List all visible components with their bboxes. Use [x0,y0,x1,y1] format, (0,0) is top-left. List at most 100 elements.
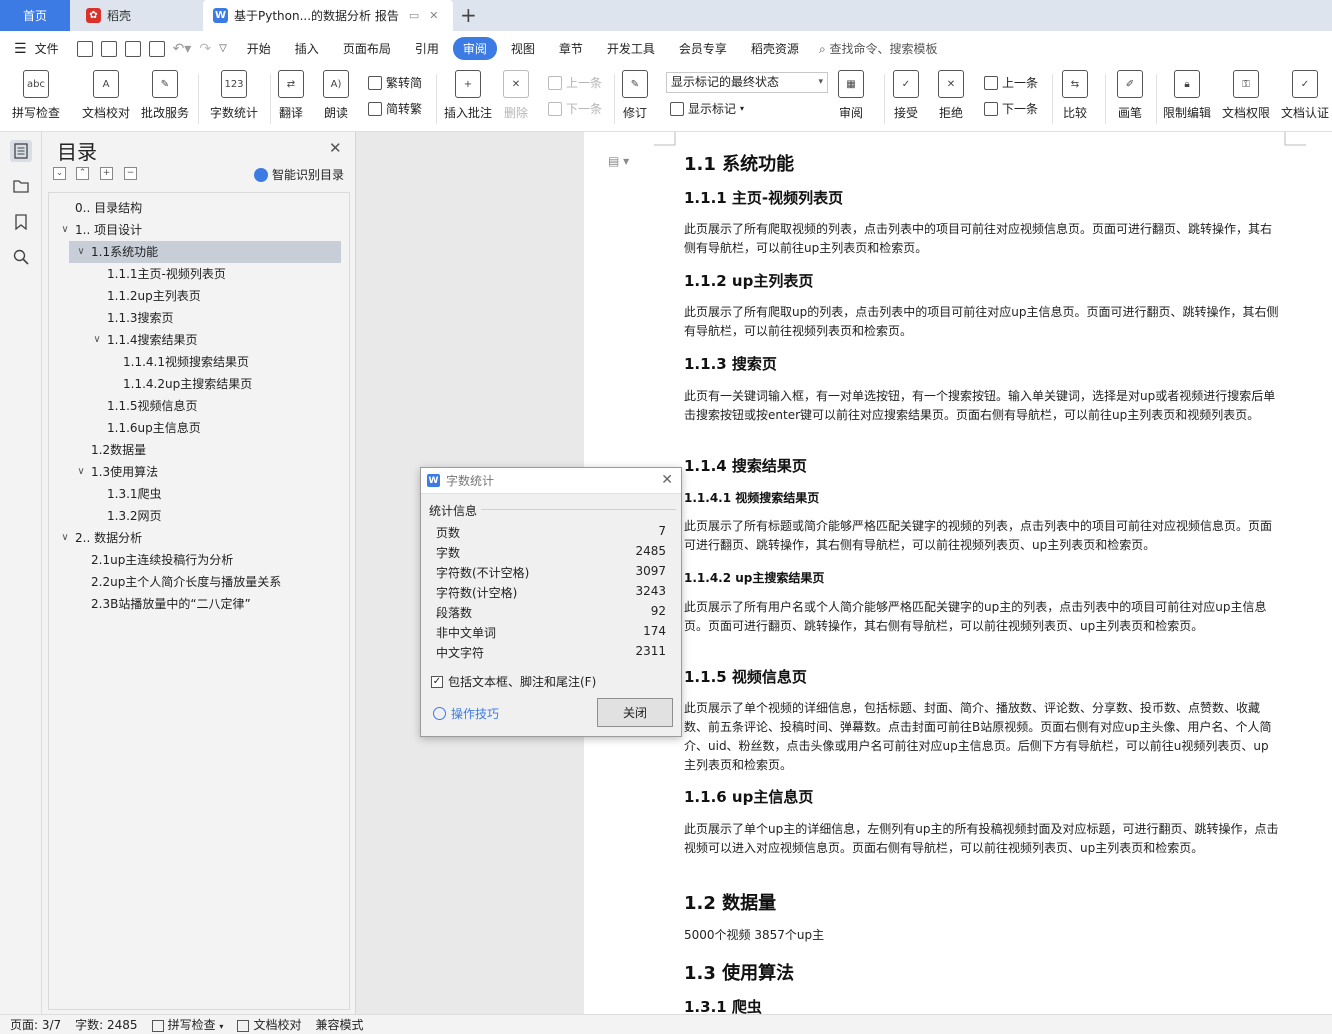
tips-label: 操作技巧 [451,707,500,721]
revise-button[interactable]: ✎ 修订 [622,70,648,121]
markup-state-select[interactable]: 显示标记的最终状态 ▾ [666,72,828,93]
menu-tab[interactable]: 页面布局 [333,37,401,60]
redo-icon[interactable]: ↷ [199,41,211,57]
insert-comment-button[interactable]: + 插入批注 [444,70,492,121]
translate-button[interactable]: ⇄ 翻译 [278,70,304,121]
ink-button[interactable]: ✐ 画笔 [1117,70,1143,121]
chevron-down-icon[interactable]: ∨ [75,241,87,263]
toc-item[interactable]: 0.. 目录结构 [53,197,341,219]
doc-proof-button[interactable]: A 文档校对 [82,70,130,121]
page-indicator[interactable]: 页面: 3/7 [10,1016,61,1033]
toc-item[interactable]: 1.1.2up主列表页 [85,285,341,307]
tab-home[interactable]: 首页 [0,0,70,31]
menu-tab[interactable]: 开发工具 [597,37,665,60]
collapse-all-icon[interactable]: ⌄ [53,167,66,180]
paragraph-1-2: 5000个视频 3857个up主 [684,928,825,942]
navigation-folder-icon[interactable] [10,175,32,197]
accept-button[interactable]: ✓ 接受 [893,70,919,121]
next-change-button[interactable]: 下一条 [984,100,1038,117]
toc-item[interactable]: 1.2数据量 [69,439,341,461]
tips-link[interactable]: 操作技巧 [433,705,499,722]
batch-service-button[interactable]: ✎ 批改服务 [141,70,189,121]
remove-heading-icon[interactable]: − [124,167,137,180]
menu-tab[interactable]: 审阅 [452,37,497,60]
chevron-down-icon[interactable]: ∨ [75,461,87,483]
document-page[interactable]: ▤ ▾ 1.1 系统功能 1.1.1 主页-视频列表页 此页展示了所有爬取视频的… [584,132,1332,1016]
smart-toc-button[interactable]: 智能识别目录 [254,166,344,183]
toc-item[interactable]: 1.1.6up主信息页 [85,417,341,439]
trad-to-simp-button[interactable]: 繁转简 [368,74,422,91]
chevron-down-icon[interactable]: ∨ [91,329,103,351]
word-count-indicator[interactable]: 字数: 2485 [75,1016,137,1033]
toc-item[interactable]: 1.3.1爬虫 [85,483,341,505]
tab-pin-icon[interactable]: ▭ [409,9,419,22]
toc-item[interactable]: 1.3.2网页 [85,505,341,527]
doc-cert-button[interactable]: ✓ 文档认证 [1281,70,1329,121]
spellcheck-button[interactable]: abc 拼写检查 [12,70,60,121]
chevron-down-icon[interactable]: ∨ [59,219,71,241]
menu-tab[interactable]: 引用 [405,37,449,60]
menu-tab[interactable]: 稻壳资源 [741,37,809,60]
close-icon[interactable]: ✕ [661,472,673,488]
undo-icon[interactable]: ↶▾ [173,41,192,57]
dialog-titlebar[interactable]: W 字数统计 [421,468,681,494]
close-icon[interactable]: ✕ [329,139,342,157]
toc-item[interactable]: 1.1.4.2up主搜索结果页 [101,373,341,395]
compare-button[interactable]: ⇆ 比较 [1062,70,1088,121]
print-icon[interactable] [124,40,141,57]
menu-tab[interactable]: 章节 [549,37,593,60]
include-textbox-checkbox[interactable]: ✓ 包括文本框、脚注和尾注(F) [431,673,596,690]
menu-tab[interactable]: 视图 [501,37,545,60]
toc-item[interactable]: 2.1up主连续投稿行为分析 [69,549,341,571]
file-menu[interactable]: 文件 [35,40,59,57]
spellcheck-status[interactable]: 拼写检查 ▾ [151,1016,223,1033]
toc-item[interactable]: 2.2up主个人简介长度与播放量关系 [69,571,341,593]
review-pane-button[interactable]: ▦ 审阅 [838,70,864,121]
checkbox-icon[interactable]: ✓ [431,675,443,688]
bookmark-icon[interactable] [10,211,32,233]
menu-tab[interactable]: 开始 [237,37,281,60]
toc-item[interactable]: 1.1.4.1视频搜索结果页 [101,351,341,373]
restrict-edit-button[interactable]: 🔒︎ 限制编辑 [1163,70,1211,121]
prev-change-button[interactable]: 上一条 [984,74,1038,91]
tab-document[interactable]: W 基于Python...的数据分析 报告 ▭ ✕ [203,0,453,31]
close-button[interactable]: 关闭 [597,698,673,727]
add-heading-icon[interactable]: + [100,167,113,180]
word-count-button[interactable]: 123 字数统计 [210,70,258,121]
next-comment-button[interactable]: 下一条 [548,100,602,117]
menu-tab[interactable]: 插入 [285,37,329,60]
hamburger-icon[interactable]: ☰ [14,41,27,57]
toc-panel-icon[interactable] [10,140,32,162]
search-icon[interactable] [10,246,32,268]
prev-comment-button[interactable]: 上一条 [548,74,602,91]
export-pdf-icon[interactable] [100,40,117,57]
doc-permission-button[interactable]: ⚿ 文档权限 [1222,70,1270,121]
toc-item[interactable]: 2.3B站播放量中的“二八定律” [69,593,341,615]
quick-access-dropdown-icon[interactable]: ▽ [219,43,227,54]
reject-button[interactable]: ✕ 拒绝 [938,70,964,121]
toc-item[interactable]: 1.1.5视频信息页 [85,395,341,417]
toc-item[interactable]: 1.1.3搜索页 [85,307,341,329]
simp-to-trad-button[interactable]: 简转繁 [368,100,422,117]
save-icon[interactable] [76,40,93,57]
expand-up-icon[interactable]: ⌃ [76,167,89,180]
heading-1-1-5: 1.1.5 视频信息页 [684,668,807,686]
menu-tab[interactable]: 会员专享 [669,37,737,60]
chevron-down-icon[interactable]: ∨ [59,527,71,549]
toc-item[interactable]: ∨ 1.. 项目设计 [53,219,341,241]
read-aloud-button[interactable]: A) 朗读 [323,70,349,121]
doc-proof-status[interactable]: 文档校对 [237,1016,301,1033]
tab-close-icon[interactable]: ✕ [429,9,438,22]
command-search[interactable]: ⌕ 查找命令、搜索模板 [819,40,938,57]
paragraph-options-icon[interactable]: ▤ ▾ [608,154,629,168]
toc-item[interactable]: ∨ 2.. 数据分析 [53,527,341,549]
new-tab-icon[interactable]: + [460,3,477,27]
toc-item[interactable]: ∨ 1.3使用算法 [69,461,341,483]
toc-item[interactable]: 1.1.1主页-视频列表页 [85,263,341,285]
tab-daoke[interactable]: ✿ 稻壳 [72,0,200,31]
toc-item[interactable]: ∨ 1.1系统功能 [69,241,341,263]
delete-comment-button[interactable]: ✕ 删除 [503,70,529,121]
show-markup-button[interactable]: 显示标记 ▾ [670,100,744,117]
print-preview-icon[interactable] [148,40,165,57]
toc-item[interactable]: ∨ 1.1.4搜索结果页 [85,329,341,351]
